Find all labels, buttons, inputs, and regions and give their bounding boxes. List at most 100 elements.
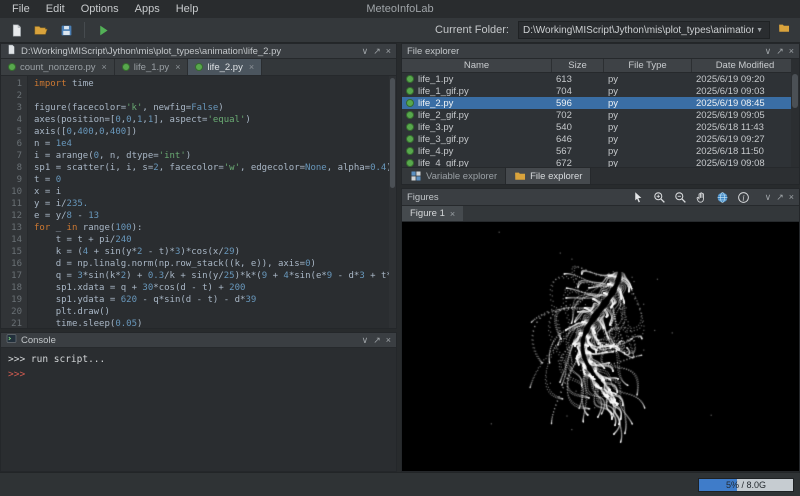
cell-type: py <box>604 146 692 157</box>
code-area[interactable]: import time figure(facecolor='k', newfig… <box>28 76 396 328</box>
panel-float-icon[interactable]: ↗ <box>776 45 784 58</box>
line-number: 17 <box>1 270 22 282</box>
panel-minimize-icon[interactable]: ∨ <box>765 191 772 204</box>
menu-help[interactable]: Help <box>168 0 207 18</box>
file-table-scrollbar[interactable] <box>791 59 799 167</box>
cell-modified: 2025/6/19 09:03 <box>692 86 799 97</box>
cell-name: life_1_gif.py <box>402 86 552 97</box>
cell-size: 540 <box>552 122 604 133</box>
file-row-life_4.py[interactable]: life_4.py567py2025/6/18 11:50 <box>402 145 799 157</box>
column-header-name[interactable]: Name <box>402 59 552 72</box>
new-file-icon <box>10 24 23 37</box>
figure-canvas[interactable] <box>402 222 799 471</box>
tab-variable-explorer[interactable]: Variable explorer <box>402 168 506 184</box>
zoom-out-icon <box>674 191 687 204</box>
column-header-date-modified[interactable]: Date Modified <box>692 59 799 72</box>
browse-folder-button[interactable] <box>773 20 795 40</box>
tab-file-explorer[interactable]: File explorer <box>506 168 591 184</box>
menu-options[interactable]: Options <box>73 0 127 18</box>
panel-float-icon[interactable]: ↗ <box>373 334 381 347</box>
right-column: File explorer ∨ ↗ × NameSizeFile TypeDat… <box>401 43 800 472</box>
editor-tab-count_nonzero.py[interactable]: count_nonzero.py× <box>1 59 115 75</box>
code-line: n = 1e4 <box>34 138 396 150</box>
code-line: d = np.linalg.norm(np.row_stack((k, e)),… <box>34 258 396 270</box>
save-button[interactable] <box>55 20 77 40</box>
figure-canvas-wrap <box>402 222 799 471</box>
menu-file[interactable]: File <box>4 0 38 18</box>
column-header-file-type[interactable]: File Type <box>604 59 692 72</box>
cell-name: life_2_gif.py <box>402 110 552 121</box>
cell-size: 646 <box>552 134 604 145</box>
open-folder-button[interactable] <box>30 20 52 40</box>
editor-scrollbar[interactable] <box>389 76 396 328</box>
full-extent-button[interactable] <box>715 190 730 205</box>
py-file-icon <box>406 75 414 83</box>
cell-type: py <box>604 134 692 145</box>
tab-close-icon[interactable]: × <box>249 62 254 72</box>
pan-hand-icon <box>695 191 708 204</box>
identify-info-button[interactable]: i <box>736 190 751 205</box>
line-number: 3 <box>1 102 22 114</box>
tab-figure-1[interactable]: Figure 1 × <box>402 206 463 221</box>
panel-close-icon[interactable]: × <box>386 334 391 347</box>
select-arrow-button[interactable] <box>631 190 646 205</box>
line-number: 12 <box>1 210 22 222</box>
column-header-size[interactable]: Size <box>552 59 604 72</box>
code-editor[interactable]: 123456789101112131415161718192021 import… <box>1 76 396 328</box>
cell-modified: 2025/6/19 09:05 <box>692 110 799 121</box>
code-line: k = (4 + sin(y*2 - t)*3)*cos(x/29) <box>34 246 396 258</box>
console-title: Console <box>21 335 56 346</box>
zoom-in-button[interactable] <box>652 190 667 205</box>
editor-scrollbar-thumb[interactable] <box>390 78 395 188</box>
line-number: 19 <box>1 294 22 306</box>
file-row-life_3.py[interactable]: life_3.py540py2025/6/18 11:43 <box>402 121 799 133</box>
toolbar-separator <box>84 22 85 38</box>
file-table-scrollbar-thumb[interactable] <box>792 74 798 108</box>
run-button[interactable] <box>92 20 114 40</box>
file-row-life_4_gif.py[interactable]: life_4_gif.py672py2025/6/19 09:08 <box>402 157 799 167</box>
menu-apps[interactable]: Apps <box>127 0 168 18</box>
file-row-life_2.py[interactable]: life_2.py596py2025/6/19 08:45 <box>402 97 799 109</box>
chevron-down-icon[interactable]: ▼ <box>754 27 765 34</box>
current-folder-label: Current Folder: <box>435 24 509 36</box>
line-number: 16 <box>1 258 22 270</box>
file-table: NameSizeFile TypeDate Modified life_1.py… <box>402 59 799 167</box>
editor-panel: D:\Working\MIScript\Jython\mis\plot_type… <box>0 43 397 329</box>
editor-tab-life_1.py[interactable]: life_1.py× <box>115 59 189 75</box>
code-line <box>34 90 396 102</box>
panel-close-icon[interactable]: × <box>386 45 391 58</box>
tab-close-icon[interactable]: × <box>450 209 455 219</box>
cell-type: py <box>604 122 692 133</box>
pan-hand-button[interactable] <box>694 190 709 205</box>
code-line: i = arange(0, n, dtype='int') <box>34 150 396 162</box>
zoom-out-button[interactable] <box>673 190 688 205</box>
file-row-life_2_gif.py[interactable]: life_2_gif.py702py2025/6/19 09:05 <box>402 109 799 121</box>
code-line: x = i <box>34 186 396 198</box>
tab-close-icon[interactable]: × <box>175 62 180 72</box>
cell-size: 704 <box>552 86 604 97</box>
line-number: 2 <box>1 90 22 102</box>
panel-minimize-icon[interactable]: ∨ <box>362 334 369 347</box>
panel-float-icon[interactable]: ↗ <box>373 45 381 58</box>
cell-modified: 2025/6/18 11:43 <box>692 122 799 133</box>
code-line: axis([0,400,0,400]) <box>34 126 396 138</box>
new-file-button[interactable] <box>5 20 27 40</box>
console-output[interactable]: >>> run script...>>> <box>1 348 396 471</box>
tab-close-icon[interactable]: × <box>102 62 107 72</box>
current-folder-combobox[interactable]: D:\Working\MIScript\Jython\mis\plot_type… <box>518 21 770 39</box>
console-line: >>> <box>8 367 389 382</box>
line-number: 10 <box>1 186 22 198</box>
file-row-life_1_gif.py[interactable]: life_1_gif.py704py2025/6/19 09:03 <box>402 85 799 97</box>
menu-edit[interactable]: Edit <box>38 0 73 18</box>
panel-minimize-icon[interactable]: ∨ <box>362 45 369 58</box>
panel-minimize-icon[interactable]: ∨ <box>765 45 772 58</box>
file-row-life_1.py[interactable]: life_1.py613py2025/6/19 09:20 <box>402 73 799 85</box>
explorer-tabbar: Variable explorerFile explorer <box>402 167 799 184</box>
py-file-icon <box>406 99 414 107</box>
panel-float-icon[interactable]: ↗ <box>776 191 784 204</box>
panel-close-icon[interactable]: × <box>789 191 794 204</box>
panel-close-icon[interactable]: × <box>789 45 794 58</box>
file-row-life_3_gif.py[interactable]: life_3_gif.py646py2025/6/19 09:27 <box>402 133 799 145</box>
editor-tab-life_2.py[interactable]: life_2.py× <box>188 59 262 75</box>
statusbar: 5% / 8.0G <box>0 472 800 496</box>
